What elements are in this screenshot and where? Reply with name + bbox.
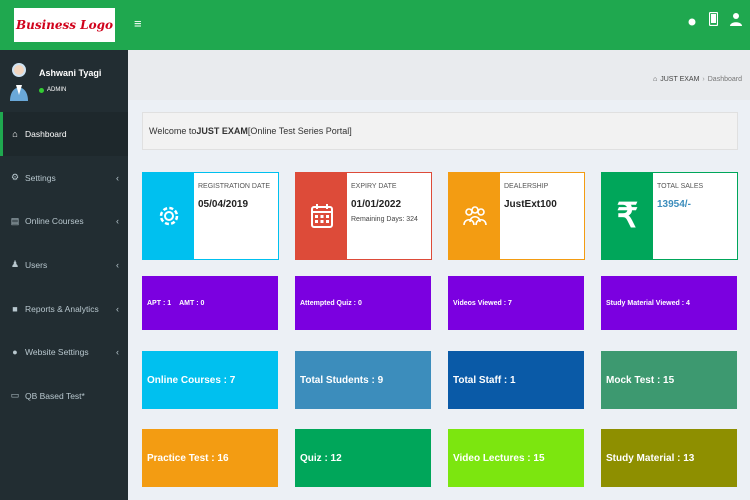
sidebar-item-settings[interactable]: ⚙ Settings ‹ (0, 156, 128, 200)
practice-test-count: Practice Test : 16 (147, 452, 229, 464)
online-courses-box[interactable]: Online Courses : 7 (142, 351, 278, 409)
sidebar-menu: ⌂ Dashboard ⚙ Settings ‹ ▤ Online Course… (0, 112, 128, 418)
gear-icon (143, 173, 194, 259)
breadcrumb: ⌂ JUST EXAM › Dashboard (653, 76, 742, 83)
chevron-left-icon: ‹ (116, 259, 119, 270)
user-status: ADMIN (39, 87, 66, 93)
sidebar-item-label: QB Based Test* (25, 390, 85, 401)
info-label: EXPIRY DATE (351, 183, 397, 190)
home-icon: ⌂ (12, 128, 18, 139)
chevron-left-icon: ‹ (116, 172, 119, 183)
users-icon: ♟ (10, 259, 20, 270)
sidebar: Ashwani Tyagi ADMIN ⌂ Dashboard ⚙ Settin… (0, 50, 128, 500)
wrench-icon: ⚙ (10, 172, 20, 183)
top-icon-group (687, 11, 742, 29)
home-icon: ⌂ (653, 76, 658, 83)
book-icon: ▤ (10, 215, 20, 226)
welcome-suffix: [Online Test Series Portal] (247, 126, 352, 136)
user-name: Ashwani Tyagi (39, 68, 102, 78)
total-sales-box: ₹ TOTAL SALES 13954/- (601, 172, 738, 260)
breadcrumb-home[interactable]: JUST EXAM (660, 76, 699, 83)
study-material-viewed-box[interactable]: Study Material Viewed : 4 (601, 276, 737, 330)
video-lectures-count: Video Lectures : 15 (453, 452, 545, 464)
attempted-quiz-count: Attempted Quiz : 0 (300, 299, 362, 307)
people-icon (449, 173, 500, 259)
registration-date-value: 05/04/2019 (198, 199, 249, 210)
total-students-box[interactable]: Total Students : 9 (295, 351, 431, 409)
online-status-icon (39, 87, 44, 93)
breadcrumb-separator: › (702, 76, 705, 83)
logo-text: Business Logo (15, 18, 114, 32)
sidebar-item-reports-analytics[interactable]: ■ Reports & Analytics ‹ (0, 287, 128, 331)
mock-test-count: Mock Test : 15 (606, 374, 675, 386)
total-sales-value[interactable]: 13954/- (657, 199, 703, 210)
attempted-quiz-box[interactable]: Attempted Quiz : 0 (295, 276, 431, 330)
calendar-icon (296, 173, 347, 259)
breadcrumb-current: Dashboard (707, 76, 742, 83)
sidebar-item-label: Website Settings (25, 347, 89, 358)
remaining-days: Remaining Days: 324 (351, 216, 418, 223)
registration-date-box: REGISTRATION DATE 05/04/2019 (142, 172, 279, 260)
quiz-count: Quiz : 12 (300, 452, 342, 464)
total-students-count: Total Students : 9 (300, 374, 384, 386)
videos-viewed-box[interactable]: Videos Viewed : 7 (448, 276, 584, 330)
chart-icon: ■ (12, 303, 18, 314)
expiry-date-box: EXPIRY DATE 01/01/2022 Remaining Days: 3… (295, 172, 432, 260)
sidebar-item-label: Online Courses (25, 216, 84, 227)
sidebar-item-users[interactable]: ♟ Users ‹ (0, 243, 128, 287)
sidebar-item-qb-based-test[interactable]: ▭ QB Based Test* (0, 374, 128, 418)
sidebar-item-label: Users (25, 259, 48, 270)
top-navbar: Business Logo ≡ (0, 0, 750, 50)
rupee-icon: ₹ (602, 173, 653, 259)
laptop-icon: ▭ (10, 390, 20, 401)
business-logo[interactable]: Business Logo (14, 8, 115, 42)
apt-amt-box[interactable]: APT : 1 AMT : 0 (142, 276, 278, 330)
hamburger-icon[interactable]: ≡ (134, 17, 142, 30)
device-icon[interactable] (708, 11, 719, 29)
video-lectures-box[interactable]: Video Lectures : 15 (448, 429, 584, 487)
study-material-viewed-count: Study Material Viewed : 4 (606, 299, 690, 307)
quiz-box[interactable]: Quiz : 12 (295, 429, 431, 487)
sidebar-item-website-settings[interactable]: ● Website Settings ‹ (0, 330, 128, 374)
chevron-left-icon: ‹ (116, 303, 119, 314)
expiry-date-value: 01/01/2022 (351, 199, 402, 210)
sidebar-item-label: Reports & Analytics (25, 303, 99, 314)
main-content: ⌂ JUST EXAM › Dashboard Welcome to JUST … (128, 50, 750, 500)
sidebar-item-dashboard[interactable]: ⌂ Dashboard (0, 112, 128, 156)
apt-count: APT : 1 (147, 299, 172, 307)
user-panel: Ashwani Tyagi ADMIN (0, 50, 128, 112)
info-label: TOTAL SALES (657, 183, 704, 190)
amt-count: AMT : 0 (179, 299, 205, 307)
dealership-value: JustExt100 (504, 199, 557, 210)
user-icon[interactable] (730, 12, 742, 29)
sidebar-item-label: Settings (25, 172, 56, 183)
welcome-banner: Welcome to JUST EXAM [Online Test Series… (142, 112, 738, 150)
welcome-brand: JUST EXAM (196, 126, 248, 136)
mock-test-box[interactable]: Mock Test : 15 (601, 351, 737, 409)
dealership-box: DEALERSHIP JustExt100 (448, 172, 585, 260)
globe-icon: ● (12, 347, 18, 358)
avatar (10, 63, 28, 101)
total-staff-count: Total Staff : 1 (453, 374, 516, 386)
total-staff-box[interactable]: Total Staff : 1 (448, 351, 584, 409)
online-courses-count: Online Courses : 7 (147, 374, 236, 386)
study-material-count: Study Material : 13 (606, 452, 695, 464)
user-role: ADMIN (47, 87, 67, 93)
chevron-left-icon: ‹ (116, 347, 119, 358)
welcome-prefix: Welcome to (149, 126, 197, 136)
notifications-icon[interactable] (687, 13, 697, 29)
study-material-box[interactable]: Study Material : 13 (601, 429, 737, 487)
chevron-left-icon: ‹ (116, 216, 119, 227)
videos-viewed-count: Videos Viewed : 7 (453, 299, 512, 307)
sidebar-item-label: Dashboard (25, 128, 67, 139)
practice-test-box[interactable]: Practice Test : 16 (142, 429, 278, 487)
sidebar-item-online-courses[interactable]: ▤ Online Courses ‹ (0, 199, 128, 243)
content-header: ⌂ JUST EXAM › Dashboard (128, 50, 750, 100)
info-label: REGISTRATION DATE (198, 183, 271, 190)
info-label: DEALERSHIP (504, 183, 549, 190)
